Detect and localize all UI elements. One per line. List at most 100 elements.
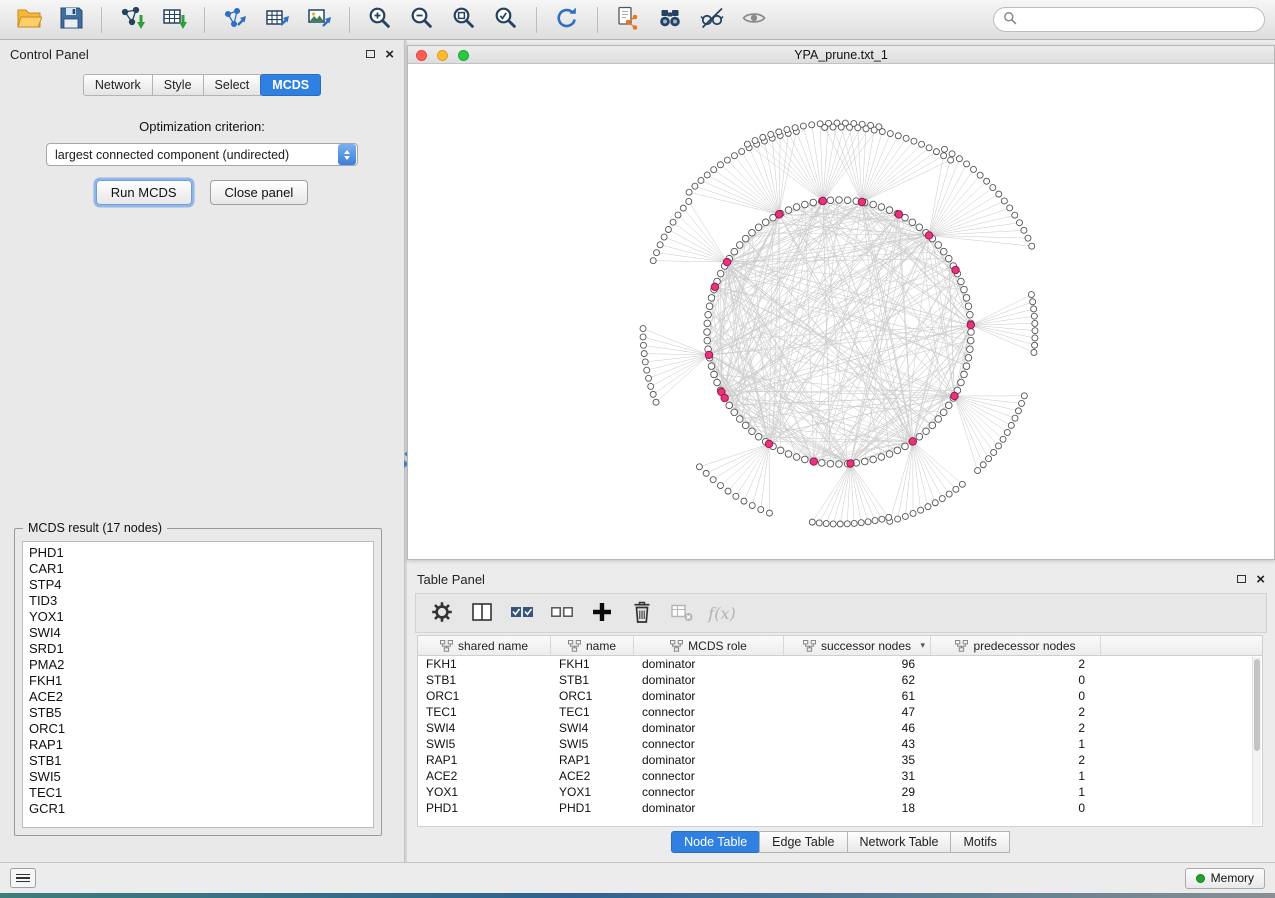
network-window-titlebar[interactable]: YPA_prune.txt_1 bbox=[408, 46, 1274, 64]
refresh-button[interactable] bbox=[548, 4, 586, 36]
zoom-fit-button[interactable] bbox=[445, 4, 483, 36]
result-node-item[interactable]: ORC1 bbox=[29, 721, 367, 737]
result-node-item[interactable]: PHD1 bbox=[29, 545, 367, 561]
tab-node-table[interactable]: Node Table bbox=[671, 831, 760, 853]
table-row[interactable]: STB1STB1dominator620 bbox=[418, 672, 1262, 688]
cell-MCDS-role: dominator bbox=[634, 688, 784, 704]
tab-edge-table[interactable]: Edge Table bbox=[759, 831, 847, 853]
search-neighbors-button[interactable] bbox=[651, 4, 689, 36]
select-all-rows-button[interactable] bbox=[504, 597, 540, 629]
cell-shared-name: STB1 bbox=[418, 672, 551, 688]
float-panel-icon[interactable] bbox=[366, 50, 375, 58]
delete-column-button[interactable] bbox=[624, 597, 660, 629]
result-node-item[interactable]: CAR1 bbox=[29, 561, 367, 577]
window-minimize-icon[interactable] bbox=[437, 50, 448, 61]
share-document-button[interactable] bbox=[609, 4, 647, 36]
table-row[interactable]: TEC1TEC1connector472 bbox=[418, 704, 1262, 720]
result-node-item[interactable]: ACE2 bbox=[29, 689, 367, 705]
open-file-button[interactable] bbox=[10, 4, 48, 36]
table-row[interactable]: SWI5SWI5connector431 bbox=[418, 736, 1262, 752]
task-history-button[interactable] bbox=[10, 868, 36, 888]
close-panel-button[interactable]: Close panel bbox=[210, 180, 309, 205]
control-panel-title: Control Panel bbox=[10, 47, 89, 62]
column-header-successor-nodes[interactable]: successor nodes▾ bbox=[784, 636, 931, 655]
table-row[interactable]: YOX1YOX1connector291 bbox=[418, 784, 1262, 800]
export-image-button[interactable] bbox=[300, 4, 338, 36]
close-panel-icon[interactable]: × bbox=[385, 47, 394, 62]
column-header-shared-name[interactable]: shared name bbox=[418, 636, 551, 655]
table-panel-header: Table Panel × bbox=[407, 565, 1275, 593]
sort-caret-icon[interactable]: ▾ bbox=[920, 641, 925, 651]
attribute-icon bbox=[955, 640, 968, 652]
scrollbar-thumb[interactable] bbox=[1254, 659, 1260, 751]
export-image-icon bbox=[306, 5, 332, 34]
export-network-button[interactable] bbox=[216, 4, 254, 36]
table-settings-button[interactable] bbox=[424, 597, 460, 629]
mcds-result-list: PHD1CAR1STP4TID3YOX1SWI4SRD1PMA2FKH1ACE2… bbox=[22, 541, 374, 828]
cell-successor-nodes: 61 bbox=[784, 688, 931, 704]
result-node-item[interactable]: GCR1 bbox=[29, 801, 367, 817]
column-header-MCDS-role[interactable]: MCDS role bbox=[634, 636, 784, 655]
table-row[interactable]: RAP1RAP1dominator352 bbox=[418, 752, 1262, 768]
cell-shared-name: ACE2 bbox=[418, 768, 551, 784]
app-window: Control Panel × NetworkStyleSelectMCDS O… bbox=[0, 0, 1275, 893]
result-node-item[interactable]: STB5 bbox=[29, 705, 367, 721]
cell-predecessor-nodes: 0 bbox=[931, 688, 1101, 704]
close-table-panel-icon[interactable]: × bbox=[1256, 572, 1265, 587]
deselect-all-rows-button[interactable] bbox=[544, 597, 580, 629]
gear-icon bbox=[429, 599, 455, 628]
result-node-item[interactable]: YOX1 bbox=[29, 609, 367, 625]
tab-select[interactable]: Select bbox=[203, 74, 262, 96]
save-session-button[interactable] bbox=[52, 4, 90, 36]
result-node-item[interactable]: SRD1 bbox=[29, 641, 367, 657]
zoom-in-button[interactable] bbox=[361, 4, 399, 36]
split-panel-button[interactable] bbox=[464, 597, 500, 629]
result-node-item[interactable]: STB1 bbox=[29, 753, 367, 769]
result-node-item[interactable]: STP4 bbox=[29, 577, 367, 593]
zoom-out-button[interactable] bbox=[403, 4, 441, 36]
window-close-icon[interactable] bbox=[416, 50, 427, 61]
table-row[interactable]: PHD1PHD1dominator180 bbox=[418, 800, 1262, 816]
result-node-item[interactable]: SWI5 bbox=[29, 769, 367, 785]
result-node-item[interactable]: FKH1 bbox=[29, 673, 367, 689]
zoom-selected-button[interactable] bbox=[487, 4, 525, 36]
tab-motifs[interactable]: Motifs bbox=[950, 831, 1009, 853]
result-node-item[interactable]: PMA2 bbox=[29, 657, 367, 673]
result-node-item[interactable]: TID3 bbox=[29, 593, 367, 609]
clear-table-button[interactable] bbox=[664, 597, 700, 629]
cell-MCDS-role: connector bbox=[634, 736, 784, 752]
control-panel: Control Panel × NetworkStyleSelectMCDS O… bbox=[0, 40, 405, 862]
result-node-item[interactable]: RAP1 bbox=[29, 737, 367, 753]
run-mcds-button[interactable]: Run MCDS bbox=[96, 180, 192, 205]
import-table-button[interactable] bbox=[155, 4, 193, 36]
table-row[interactable]: ACE2ACE2connector311 bbox=[418, 768, 1262, 784]
window-maximize-icon[interactable] bbox=[458, 50, 469, 61]
cell-predecessor-nodes: 2 bbox=[931, 704, 1101, 720]
tab-mcds[interactable]: MCDS bbox=[260, 74, 321, 96]
tab-network[interactable]: Network bbox=[83, 74, 153, 96]
import-network-button[interactable] bbox=[113, 4, 151, 36]
table-row[interactable]: ORC1ORC1dominator610 bbox=[418, 688, 1262, 704]
column-header-predecessor-nodes[interactable]: predecessor nodes bbox=[931, 636, 1101, 655]
hide-graphics-details-button[interactable] bbox=[693, 4, 731, 36]
result-node-item[interactable]: TEC1 bbox=[29, 785, 367, 801]
function-builder-button[interactable]: f(x) bbox=[704, 597, 740, 629]
cell-successor-nodes: 47 bbox=[784, 704, 931, 720]
tab-style[interactable]: Style bbox=[152, 74, 204, 96]
search-input[interactable] bbox=[1022, 13, 1255, 27]
criterion-select[interactable]: largest connected component (undirected) bbox=[46, 143, 358, 166]
toolbar-separator bbox=[101, 7, 102, 33]
table-row[interactable]: SWI4SWI4dominator462 bbox=[418, 720, 1262, 736]
show-graphics-details-button[interactable] bbox=[735, 4, 773, 36]
result-node-item[interactable]: SWI4 bbox=[29, 625, 367, 641]
network-canvas[interactable] bbox=[408, 64, 1274, 559]
table-row[interactable]: FKH1FKH1dominator962 bbox=[418, 656, 1262, 672]
cell-shared-name: RAP1 bbox=[418, 752, 551, 768]
add-column-button[interactable] bbox=[584, 597, 620, 629]
table-scrollbar[interactable] bbox=[1252, 657, 1261, 825]
tab-network-table[interactable]: Network Table bbox=[847, 831, 952, 853]
column-header-name[interactable]: name bbox=[551, 636, 634, 655]
export-table-button[interactable] bbox=[258, 4, 296, 36]
float-table-panel-icon[interactable] bbox=[1237, 575, 1246, 583]
memory-button[interactable]: Memory bbox=[1185, 868, 1265, 889]
